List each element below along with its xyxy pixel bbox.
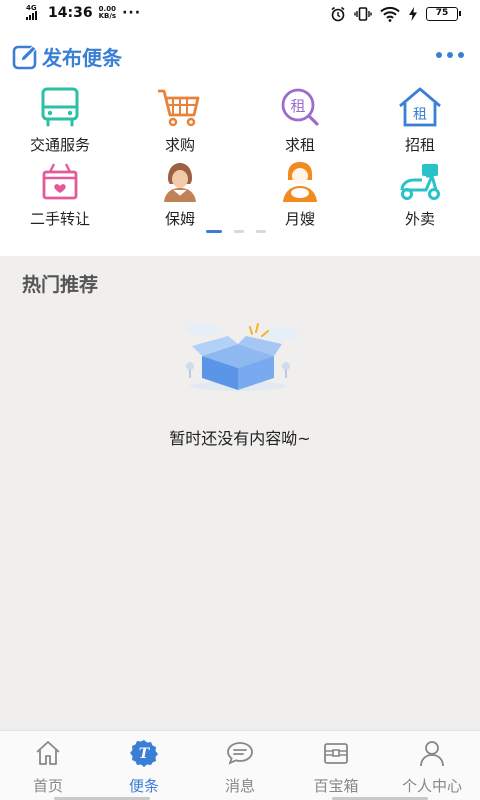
service-label: 月嫂: [284, 210, 315, 228]
edit-icon: [12, 44, 37, 69]
empty-state-text: 暂时还没有内容呦~: [169, 429, 311, 448]
clock: 14:36: [48, 5, 93, 21]
tab-label: 首页: [32, 777, 63, 795]
nanny-icon: [164, 163, 196, 202]
bus-icon: [41, 87, 79, 127]
svg-text:租: 租: [290, 97, 305, 115]
signal-icon: 4G: [26, 5, 42, 20]
service-transport[interactable]: 交通服务: [0, 86, 120, 156]
message-icon: [227, 742, 253, 765]
status-bar: 4G 14:36 0.00 KB/s ··· 75: [0, 0, 480, 30]
page-dot: [234, 230, 244, 233]
secondhand-box-icon: [42, 163, 78, 200]
tab-label: 消息: [224, 777, 255, 795]
section-title: 热门推荐: [22, 274, 99, 296]
wifi-icon: [380, 6, 400, 22]
tab-notes[interactable]: T 便条: [96, 731, 192, 800]
service-seek-rent[interactable]: 租 求租: [240, 86, 360, 156]
service-label: 求租: [284, 136, 315, 154]
network-speed: 0.00 KB/s: [99, 6, 116, 20]
service-label: 求购: [164, 136, 195, 154]
page-dot: [256, 230, 266, 233]
charging-icon: [409, 7, 417, 21]
service-maternity-nurse[interactable]: 月嫂: [240, 160, 360, 230]
more-options-button[interactable]: [436, 52, 464, 58]
speed-unit: KB/s: [98, 12, 117, 20]
rent-search-icon: 租: [281, 88, 319, 126]
service-panel: 发布便条 交通服务 求购 租 求租 租 招租 二手转让 保姆 月嫂 外卖: [0, 30, 480, 256]
maternity-nurse-icon: [283, 162, 317, 202]
treasure-box-icon: [324, 743, 348, 764]
empty-box-illustration: [186, 323, 298, 391]
service-label: 交通服务: [29, 136, 90, 154]
svg-text:租: 租: [413, 107, 427, 123]
svg-text:T: T: [139, 746, 151, 762]
service-label: 保姆: [164, 210, 195, 228]
publish-note-button[interactable]: 发布便条: [12, 42, 122, 71]
house-rent-icon: 租: [399, 87, 441, 127]
service-label: 招租: [404, 136, 435, 154]
person-icon: [420, 741, 444, 767]
home-icon: [36, 741, 60, 765]
note-badge-icon: T: [130, 740, 158, 767]
more-notifications: ···: [122, 5, 142, 21]
tab-label: 个人中心: [401, 777, 462, 795]
vibrate-icon: [354, 7, 372, 21]
service-delivery[interactable]: 外卖: [360, 160, 480, 230]
battery-indicator: 75: [426, 7, 461, 21]
alarm-icon: [331, 6, 345, 22]
service-nanny[interactable]: 保姆: [120, 160, 240, 230]
tab-profile[interactable]: 个人中心: [384, 731, 480, 800]
service-label: 外卖: [404, 210, 435, 228]
service-purchase[interactable]: 求购: [120, 86, 240, 156]
tab-label: 百宝箱: [313, 777, 359, 795]
page-indicator: [206, 230, 266, 233]
tab-toolbox[interactable]: 百宝箱: [288, 731, 384, 800]
tab-home[interactable]: 首页: [0, 731, 96, 800]
bottom-tab-bar: 首页 T 便条 消息 百宝箱 个人中心: [0, 730, 480, 800]
tab-label: 便条: [128, 777, 159, 795]
service-secondhand[interactable]: 二手转让: [0, 160, 120, 230]
delivery-scooter-icon: [400, 164, 440, 200]
service-offer-rent[interactable]: 租 招租: [360, 86, 480, 156]
page-dot-active: [206, 230, 222, 233]
tab-messages[interactable]: 消息: [192, 731, 288, 800]
shopping-cart-icon: [158, 89, 200, 127]
service-label: 二手转让: [29, 210, 90, 228]
page-title: 发布便条: [42, 46, 122, 70]
